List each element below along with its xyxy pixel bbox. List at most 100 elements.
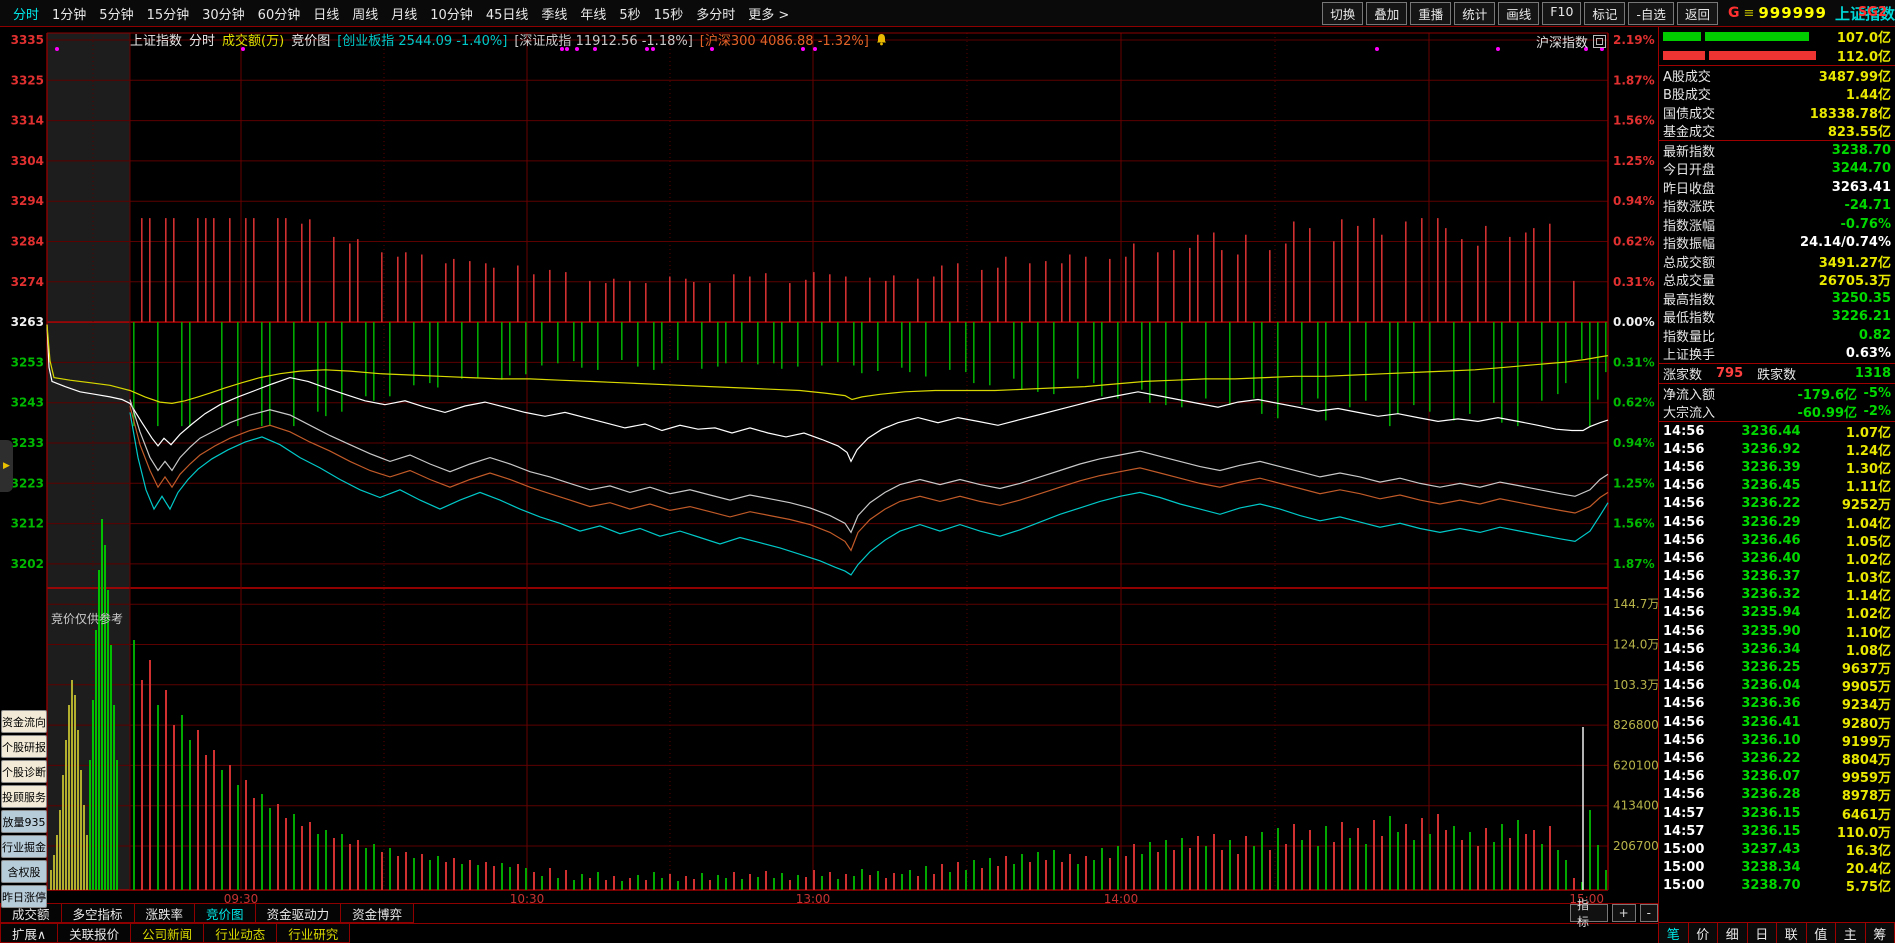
info-tab-0[interactable]: 扩展∧ — [0, 923, 59, 943]
svg-text:3223: 3223 — [11, 476, 44, 490]
info-tab-1[interactable]: 关联报价 — [58, 923, 132, 943]
tick-row-10[interactable]: 14:56 3235.94 1.02亿 — [1659, 604, 1895, 622]
period-tab-12[interactable]: 年线 — [580, 4, 606, 23]
info-tab-2[interactable]: 公司新闻 — [131, 923, 205, 943]
chart-mode-label[interactable]: 分时 — [189, 30, 215, 49]
tick-row-22[interactable]: 14:57 3236.15 110.0万 — [1659, 822, 1895, 841]
sidebar-item-7[interactable]: 昨日涨停 — [1, 885, 47, 908]
tick-row-24[interactable]: 15:00 3238.34 20.4亿 — [1659, 859, 1895, 877]
tick-row-23[interactable]: 15:00 3237.43 16.3亿 — [1659, 840, 1895, 859]
tick-row-16[interactable]: 14:56 3236.41 9280万 — [1659, 713, 1895, 732]
period-tab-7[interactable]: 周线 — [352, 4, 378, 23]
info-tab-3[interactable]: 行业动态 — [204, 923, 278, 943]
zoom-out-button[interactable]: - — [1639, 904, 1658, 922]
tick-row-18[interactable]: 14:56 3236.22 8804万 — [1659, 749, 1895, 768]
period-tab-2[interactable]: 5分钟 — [99, 4, 133, 23]
bell-icon[interactable] — [876, 33, 887, 46]
period-tab-8[interactable]: 月线 — [391, 4, 417, 23]
indicator-tab-5[interactable]: 资金博弈 — [341, 903, 415, 923]
indicator-label[interactable]: 成交额(万) — [222, 30, 284, 49]
toolbar-button-2[interactable]: 重播 — [1410, 1, 1452, 25]
indicator-button[interactable]: 指标 — [1570, 898, 1608, 929]
quote-tab-5[interactable]: 值 — [1806, 923, 1836, 943]
tick-row-3[interactable]: 14:56 3236.45 1.11亿 — [1659, 477, 1895, 495]
tick-row-6[interactable]: 14:56 3236.46 1.05亿 — [1659, 531, 1895, 550]
index-group-label: 沪深指数 — [1536, 36, 1589, 51]
toolbar-button-0[interactable]: 切换 — [1322, 1, 1364, 25]
sidebar-item-0[interactable]: 资金流向 — [1, 710, 47, 733]
quote-tab-7[interactable]: 筹 — [1865, 923, 1895, 943]
tick-row-2[interactable]: 14:56 3236.39 1.30亿 — [1659, 458, 1895, 477]
quote-tab-0[interactable]: 笔 — [1659, 923, 1689, 943]
tick-row-21[interactable]: 14:57 3236.15 6461万 — [1659, 804, 1895, 823]
indicator-tab-3[interactable]: 竞价图 — [195, 903, 256, 923]
toolbar-button-3[interactable]: 统计 — [1454, 1, 1496, 25]
toolbar-button-4[interactable]: 画线 — [1498, 1, 1540, 25]
period-tab-1[interactable]: 1分钟 — [52, 4, 86, 23]
period-tab-10[interactable]: 45日线 — [486, 4, 529, 23]
period-tab-14[interactable]: 15秒 — [654, 4, 684, 23]
period-tab-3[interactable]: 15分钟 — [147, 4, 190, 23]
index-group[interactable]: 沪深指数 — [1536, 32, 1607, 51]
quote-tab-4[interactable]: 联 — [1777, 923, 1807, 943]
toolbar-button-1[interactable]: 叠加 — [1366, 1, 1408, 25]
toolbar-button-7[interactable]: -自选 — [1628, 1, 1674, 25]
svg-text:3243: 3243 — [11, 396, 44, 410]
tick-row-13[interactable]: 14:56 3236.25 9637万 — [1659, 658, 1895, 677]
tick-row-8[interactable]: 14:56 3236.37 1.03亿 — [1659, 568, 1895, 586]
index-stats-section: 最新指数 3238.70 今日开盘 3244.70 昨日收盘 3263.41 指数涨跌 -24… — [1659, 141, 1895, 364]
overlay-szcomp[interactable]: [深证成指 11912.56 -1.18%] — [514, 30, 692, 49]
period-tab-11[interactable]: 季线 — [541, 4, 567, 23]
toolbar-button-5[interactable]: F10 — [1542, 1, 1582, 25]
indicator-tab-2[interactable]: 涨跌率 — [134, 903, 196, 923]
quote-tab-2[interactable]: 细 — [1718, 923, 1748, 943]
tick-row-11[interactable]: 14:56 3235.90 1.10亿 — [1659, 622, 1895, 641]
tick-row-14[interactable]: 14:56 3236.04 9905万 — [1659, 677, 1895, 695]
sidebar-item-2[interactable]: 个股诊断 — [1, 760, 47, 783]
quote-tab-3[interactable]: 日 — [1747, 923, 1777, 943]
tick-row-7[interactable]: 14:56 3236.40 1.02亿 — [1659, 549, 1895, 568]
money-flow-section: 净流入额 -179.6亿 -5% 大宗流入 -60.99亿 -2% — [1659, 384, 1895, 422]
tick-row-0[interactable]: 14:56 3236.44 1.07亿 — [1659, 422, 1895, 441]
quote-tab-1[interactable]: 价 — [1688, 923, 1718, 943]
period-tab-9[interactable]: 10分钟 — [430, 4, 473, 23]
tick-row-1[interactable]: 14:56 3236.92 1.24亿 — [1659, 440, 1895, 459]
tick-row-4[interactable]: 14:56 3236.22 9252万 — [1659, 495, 1895, 513]
window-icon[interactable] — [1593, 35, 1607, 48]
sidebar-item-3[interactable]: 投顾服务 — [1, 785, 47, 808]
tick-row-19[interactable]: 14:56 3236.07 9959万 — [1659, 768, 1895, 786]
tick-row-9[interactable]: 14:56 3236.32 1.14亿 — [1659, 586, 1895, 604]
turnover-row-1: B股成交 1.44亿 — [1663, 88, 1891, 104]
period-tab-5[interactable]: 60分钟 — [258, 4, 301, 23]
period-tab-0[interactable]: 分时 — [13, 4, 39, 23]
zoom-in-button[interactable]: + — [1611, 904, 1636, 922]
sidebar-item-1[interactable]: 个股研报 — [1, 735, 47, 758]
indicator-tab-4[interactable]: 资金驱动力 — [255, 903, 342, 923]
tick-row-5[interactable]: 14:56 3236.29 1.04亿 — [1659, 513, 1895, 532]
toolbar-button-8[interactable]: 返回 — [1676, 1, 1718, 25]
overlay-hs300[interactable]: [沪深300 4086.88 -1.32%] — [700, 30, 869, 49]
tick-row-20[interactable]: 14:56 3236.28 8978万 — [1659, 786, 1895, 804]
tick-row-15[interactable]: 14:56 3236.36 9234万 — [1659, 695, 1895, 713]
intraday-chart[interactable]: 3335 3325 3314 3304 3294 3284 3274 3263 3253 3243… — [0, 27, 1658, 943]
auction-chart-label[interactable]: 竞价图 — [291, 30, 330, 49]
info-tab-4[interactable]: 行业研究 — [277, 923, 351, 943]
tick-row-25[interactable]: 15:00 3238.70 5.75亿 — [1659, 877, 1895, 895]
quote-tab-6[interactable]: 主 — [1836, 923, 1866, 943]
sidebar-item-4[interactable]: 放量935 — [1, 810, 47, 833]
period-tab-16[interactable]: 更多 > — [748, 4, 789, 23]
sidebar-item-6[interactable]: 含权股 — [1, 860, 47, 883]
tick-row-12[interactable]: 14:56 3236.34 1.08亿 — [1659, 640, 1895, 659]
svg-text:206700: 206700 — [1613, 839, 1658, 853]
overlay-chinext[interactable]: [创业板指 2544.09 -1.40%] — [337, 30, 507, 49]
collapse-panel-handle[interactable]: ▶ — [0, 440, 13, 492]
period-tab-13[interactable]: 5秒 — [619, 4, 640, 23]
sidebar-item-5[interactable]: 行业掘金 — [1, 835, 47, 858]
toolbar-button-6[interactable]: 标记 — [1584, 1, 1626, 25]
tick-row-17[interactable]: 14:56 3236.10 9199万 — [1659, 731, 1895, 750]
period-tab-4[interactable]: 30分钟 — [202, 4, 245, 23]
indicator-tab-1[interactable]: 多空指标 — [61, 903, 135, 923]
period-tab-6[interactable]: 日线 — [313, 4, 339, 23]
menu-icon[interactable]: ≡ — [1743, 6, 1754, 21]
period-tab-15[interactable]: 多分时 — [696, 4, 735, 23]
